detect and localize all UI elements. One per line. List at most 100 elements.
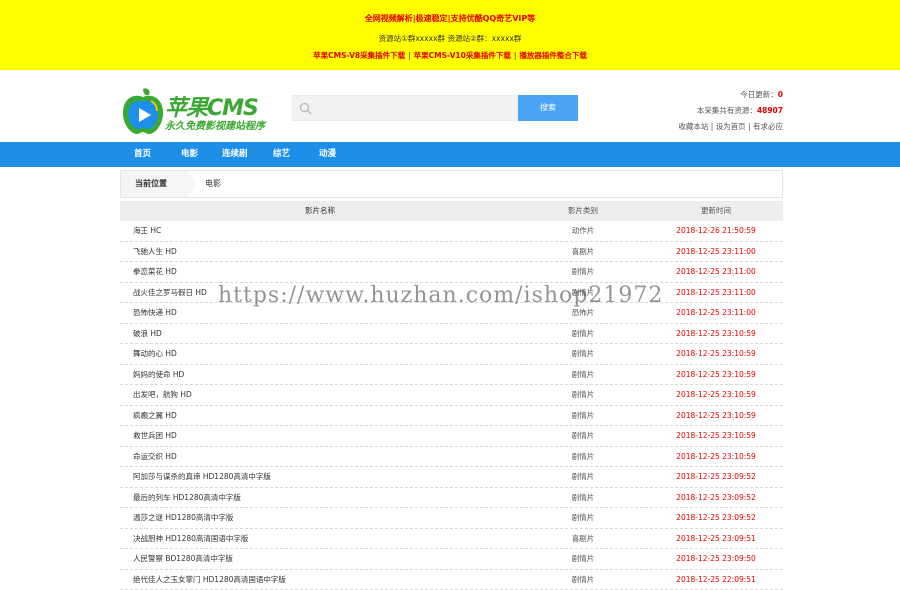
movie-category: 剧情片 xyxy=(540,488,626,508)
table-row[interactable]: 海王 HC动作片2018-12-26 21:50:59 xyxy=(120,221,783,242)
movie-update-time: 2018-12-25 23:10:59 xyxy=(660,406,772,426)
nav-item-series[interactable]: 连续剧 xyxy=(222,142,248,167)
search-field[interactable] xyxy=(315,98,513,118)
movie-update-time: 2018-12-25 23:09:51 xyxy=(660,529,772,549)
main-nav: 首页 电影 连续剧 综艺 动漫 xyxy=(0,142,900,167)
movie-category: 动作片 xyxy=(540,221,626,241)
total-resources-label: 本采集共有资源： xyxy=(697,106,757,115)
table-row[interactable]: 拳恋菜花 HD 剧情片 2018-12-25 23:11:00 xyxy=(120,262,783,283)
movie-title-link[interactable]: 妈妈的使命 HD xyxy=(133,365,184,385)
table-row[interactable]: 妈妈的使命 HD剧情片2018-12-25 23:10:59 xyxy=(120,365,783,386)
movie-title-link[interactable]: 恐怖快递 HD xyxy=(133,303,177,323)
movie-update-time: 2018-12-25 23:10:59 xyxy=(660,447,772,467)
movie-category: 剧情片 xyxy=(540,406,626,426)
link-player-plugin[interactable]: 播放器插件整合下载 xyxy=(519,51,587,60)
announcement-headline: 全网视频解析|极速稳定|支持优酷QQ奇艺VIP等 xyxy=(0,13,900,25)
movie-title-link[interactable]: 决战厨神 HD1280高清国语中字版 xyxy=(133,529,248,549)
header-name: 影片名称 xyxy=(120,201,520,221)
table-row[interactable]: 飞驰人生 HD 喜剧片 2018-12-25 23:11:00 xyxy=(120,242,783,263)
movie-update-time: 2018-12-25 23:10:59 xyxy=(660,344,772,364)
link-separator: | xyxy=(405,51,414,60)
movie-category: 剧情片 xyxy=(540,385,626,405)
table-row[interactable]: 救世兵团 HD 剧情片 2018-12-25 23:10:59 xyxy=(120,426,783,447)
site-stats: 今日更新：0 本采集共有资源：48907 收藏本站 | 设为首页 | 有求必应 xyxy=(678,87,783,135)
watermark-text: https://www.huzhan.com/ishop21972 xyxy=(218,283,663,308)
movie-update-time: 2018-12-25 23:10:59 xyxy=(660,365,772,385)
site-logo[interactable]: 苹果CMS 永久免费影视建站程序 xyxy=(121,87,281,137)
today-updates-count: 0 xyxy=(778,90,783,99)
movie-title-link[interactable]: 飞驰人生 HD xyxy=(133,242,177,262)
movie-title-link[interactable]: 海王 HC xyxy=(133,221,161,241)
movie-category: 喜剧片 xyxy=(540,529,626,549)
today-updates-label: 今日更新： xyxy=(740,90,778,99)
search-icon xyxy=(299,102,312,115)
movie-title-link[interactable]: 绝代佳人之玉女掌门 HD1280高清国语中字版 xyxy=(133,570,286,590)
movie-title-link[interactable]: 命运交织 HD xyxy=(133,447,177,467)
movie-title-link[interactable]: 救世兵团 HD xyxy=(133,426,177,446)
movie-update-time: 2018-12-25 23:11:00 xyxy=(660,262,772,282)
announcement-links: 苹果CMS-V8采集插件下载|苹果CMS-V10采集插件下载|播放器插件整合下载 xyxy=(0,50,900,62)
movie-title-link[interactable]: 阿加莎与谋杀的真谛 HD1280高清中字版 xyxy=(133,467,271,487)
link-separator: | xyxy=(748,122,751,131)
movie-category: 剧情片 xyxy=(540,570,626,590)
movie-update-time: 2018-12-25 23:11:00 xyxy=(660,283,772,303)
table-row[interactable]: 绝代佳人之玉女掌门 HD1280高清国语中字版 剧情片 2018-12-25 22:… xyxy=(120,570,783,590)
movie-title-link[interactable]: 疯癫之翼 HD xyxy=(133,406,177,426)
bookmark-link[interactable]: 收藏本站 xyxy=(678,122,708,131)
movie-title-link[interactable]: 最后的列车 HD1280高清中字版 xyxy=(133,488,241,508)
set-homepage-link[interactable]: 设为首页 xyxy=(716,122,746,131)
total-resources-count: 48907 xyxy=(757,106,783,115)
movie-title-link[interactable]: 出发吧，航狗 HD xyxy=(133,385,192,405)
movie-category: 剧情片 xyxy=(540,549,626,569)
search-button[interactable]: 搜索 xyxy=(518,95,578,121)
table-row[interactable]: 最后的列车 HD1280高清中字版剧情片2018-12-25 23:09:52 xyxy=(120,488,783,509)
movie-update-time: 2018-12-25 23:09:52 xyxy=(660,467,772,487)
table-header: 影片名称 影片类别 更新时间 xyxy=(120,201,783,221)
movie-update-time: 2018-12-25 23:10:59 xyxy=(660,426,772,446)
table-row[interactable]: 出发吧，航狗 HD剧情片2018-12-25 23:10:59 xyxy=(120,385,783,406)
movie-title-link[interactable]: 破浪 HD xyxy=(133,324,162,344)
movie-title-link[interactable]: 温莎之谜 HD1280高清中字版 xyxy=(133,508,233,528)
movie-category: 剧情片 xyxy=(540,344,626,364)
table-row[interactable]: 人民警察 BD1280高清中字版 剧情片 2018-12-25 23:09:50 xyxy=(120,549,783,570)
movie-update-time: 2018-12-25 23:10:59 xyxy=(660,324,772,344)
movie-list: 影片名称 影片类别 更新时间 海王 HC动作片2018-12-26 21:50:… xyxy=(120,201,783,590)
nav-item-home[interactable]: 首页 xyxy=(134,142,151,167)
movie-category: 剧情片 xyxy=(540,324,626,344)
movie-category: 剧情片 xyxy=(540,508,626,528)
link-v8-plugin[interactable]: 苹果CMS-V8采集插件下载 xyxy=(313,51,405,60)
table-row[interactable]: 阿加莎与谋杀的真谛 HD1280高清中字版剧情片2018-12-25 23:09… xyxy=(120,467,783,488)
breadcrumb-label: 当前位置 xyxy=(121,171,187,197)
table-row[interactable]: 疯癫之翼 HD 剧情片 2018-12-25 23:10:59 xyxy=(120,406,783,427)
movie-category: 剧情片 xyxy=(540,426,626,446)
movie-title-link[interactable]: 舞动的心 HD xyxy=(133,344,177,364)
request-link[interactable]: 有求必应 xyxy=(753,122,783,131)
search-input[interactable] xyxy=(292,95,518,121)
movie-title-link[interactable]: 拳恋菜花 HD xyxy=(133,262,177,282)
nav-item-movies[interactable]: 电影 xyxy=(181,142,198,167)
movie-update-time: 2018-12-25 22:09:51 xyxy=(660,570,772,590)
movie-category: 剧情片 xyxy=(540,262,626,282)
nav-item-anime[interactable]: 动漫 xyxy=(319,142,336,167)
movie-update-time: 2018-12-25 23:11:00 xyxy=(660,242,772,262)
breadcrumb-category[interactable]: 电影 xyxy=(205,171,221,197)
table-row[interactable]: 温莎之谜 HD1280高清中字版剧情片2018-12-25 23:09:52 xyxy=(120,508,783,529)
table-row[interactable]: 决战厨神 HD1280高清国语中字版 喜剧片 2018-12-25 23:09:51 xyxy=(120,529,783,550)
breadcrumb: 当前位置 电影 xyxy=(120,170,783,198)
movie-category: 喜剧片 xyxy=(540,242,626,262)
header-type: 影片类别 xyxy=(540,201,626,221)
announcement-groups: 资源站①群xxxxx群 资源站②群：xxxxx群 xyxy=(0,33,900,45)
link-v10-plugin[interactable]: 苹果CMS-V10采集插件下载 xyxy=(414,51,511,60)
link-separator: | xyxy=(711,122,714,131)
header-time: 更新时间 xyxy=(660,201,772,221)
movie-title-link[interactable]: 人民警察 BD1280高清中字版 xyxy=(133,549,233,569)
movie-update-time: 2018-12-25 23:09:50 xyxy=(660,549,772,569)
table-row[interactable]: 破浪 HD 剧情片 2018-12-25 23:10:59 xyxy=(120,324,783,345)
table-body: 海王 HC动作片2018-12-26 21:50:59飞驰人生 HD喜剧片201… xyxy=(120,221,783,590)
movie-category: 剧情片 xyxy=(540,447,626,467)
nav-item-variety[interactable]: 综艺 xyxy=(273,142,290,167)
movie-title-link[interactable]: 战火佳之罗马假日 HD xyxy=(133,283,207,303)
apple-logo-icon xyxy=(121,87,165,135)
table-row[interactable]: 命运交织 HD 剧情片 2018-12-25 23:10:59 xyxy=(120,447,783,468)
table-row[interactable]: 舞动的心 HD 剧情片 2018-12-25 23:10:59 xyxy=(120,344,783,365)
